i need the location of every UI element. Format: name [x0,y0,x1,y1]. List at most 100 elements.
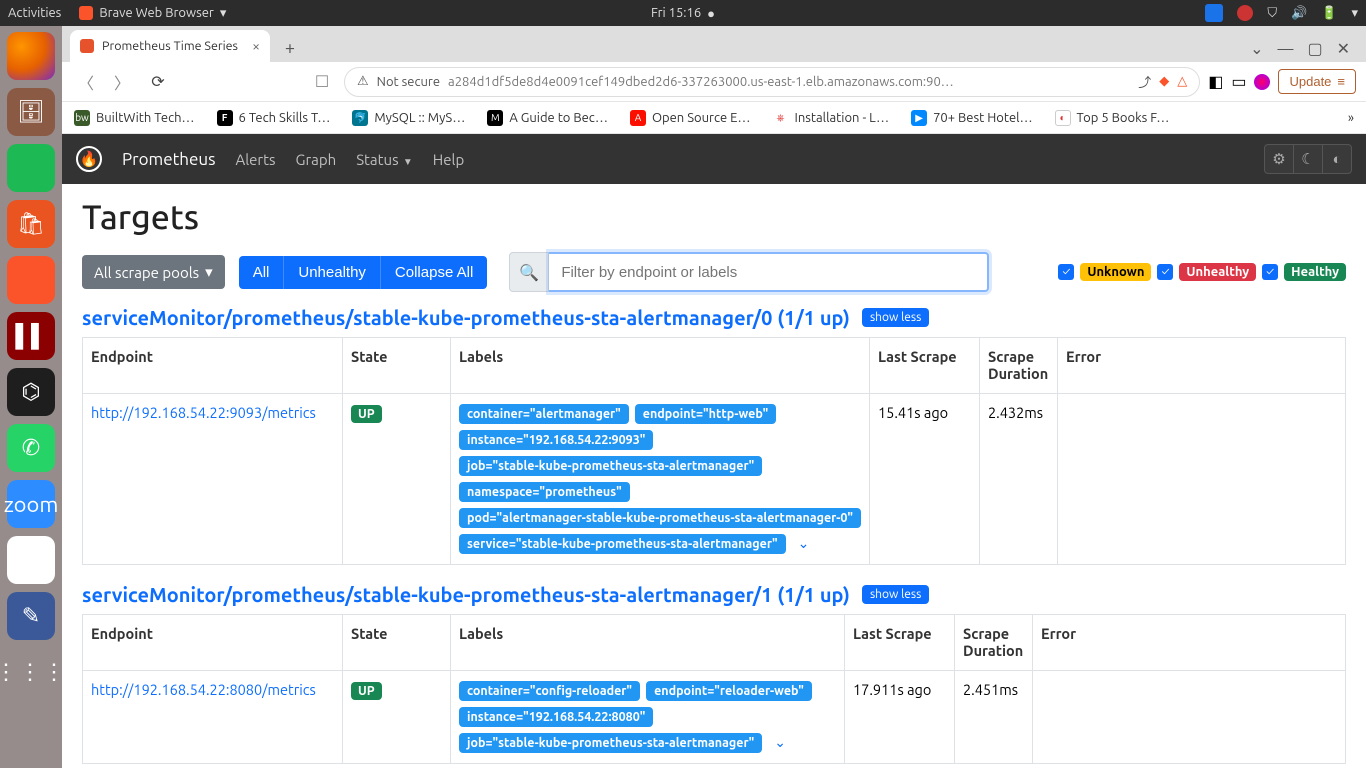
filter-unhealthy-button[interactable]: Unhealthy [283,256,380,289]
target-label: job="stable-kube-prometheus-sta-alertman… [459,456,762,476]
minimize-icon[interactable]: — [1278,40,1294,58]
battery-icon[interactable]: 🔋 [1321,6,1337,21]
dot-icon: ● [707,6,715,21]
col-state: State [343,614,451,670]
bookmark-item[interactable]: AOpen Source E… [630,110,751,126]
col-endpoint: Endpoint [83,614,343,670]
state-badge: UP [351,682,382,700]
col-scrape-duration: ScrapeDuration [955,614,1033,670]
spotify-launcher[interactable] [7,144,55,192]
firefox-launcher[interactable] [7,32,55,80]
collapse-all-button[interactable]: Collapse All [380,256,487,289]
filter-input[interactable] [549,252,989,292]
not-secure-label: Not secure [377,75,440,89]
col-last-scrape: Last Scrape [845,614,955,670]
group-title-link[interactable]: serviceMonitor/prometheus/stable-kube-pr… [82,583,850,606]
group-title-link[interactable]: serviceMonitor/prometheus/stable-kube-pr… [82,306,850,329]
col-labels: Labels [451,338,870,394]
moon-icon[interactable]: ☾ [1293,144,1323,174]
state-badge: UP [351,405,382,423]
endpoint-link[interactable]: http://192.168.54.22:8080/metrics [91,681,316,698]
wifi-icon[interactable]: ⛉ [1267,6,1277,21]
libreoffice-launcher[interactable]: ▦ [7,536,55,584]
launcher-dock: 🗄 🛍 ▌▌ ⌬ ✆ zoom ▦ ✎ ⋮⋮⋮ [0,26,62,768]
filter-all-button[interactable]: All [239,256,284,289]
tab-search-icon[interactable]: ⌄ [1250,39,1263,58]
zoom-launcher[interactable]: zoom [7,480,55,528]
bookmark-item[interactable]: ◐Top 5 Books F… [1055,110,1170,126]
bookmark-item[interactable]: 🐬MySQL :: MyS… [352,110,465,126]
indicator-icon[interactable] [1205,4,1223,22]
new-tab-button[interactable]: + [276,34,304,62]
forward-button[interactable]: 〉 [108,68,136,96]
brave-rewards-icon[interactable]: △ [1177,74,1187,89]
tab-title: Prometheus Time Series [102,39,238,53]
whatsapp-launcher[interactable]: ✆ [7,424,55,472]
unhealthy-checkbox[interactable]: ✓ [1157,264,1173,280]
url-text: a284d1df5de8d4e0091cef149dbed2d6-3372630… [448,75,1130,89]
back-button[interactable]: 〈 [72,68,100,96]
update-button[interactable]: Update ≡ [1278,69,1356,94]
targets-toolbar: All scrape pools▾ All Unhealthy Collapse… [82,252,1346,292]
target-row: http://192.168.54.22:9093/metrics UP con… [83,393,1346,564]
show-apps-button[interactable]: ⋮⋮⋮ [7,648,55,696]
nav-graph[interactable]: Graph [296,151,337,168]
expand-labels-icon[interactable]: ⌄ [792,535,816,552]
targets-table: Endpoint State Labels Last Scrape Scrape… [82,337,1346,565]
files-launcher[interactable]: 🗄 [7,88,55,136]
bookmark-item[interactable]: ⎈Installation - L… [773,110,890,126]
scrape-pools-dropdown[interactable]: All scrape pools▾ [82,255,225,289]
bookmarks-overflow-icon[interactable]: » [1348,111,1354,125]
wallet-icon[interactable]: ▭ [1231,72,1246,91]
bookmark-item[interactable]: ▶70+ Best Hotel… [911,110,1032,126]
brave-icon [79,6,93,20]
nav-alerts[interactable]: Alerts [235,151,275,168]
healthy-badge: Healthy [1284,263,1346,281]
desktop-top-bar: Activities Brave Web Browser ▾ Fri 15:16… [0,0,1366,26]
terminal-launcher[interactable]: ▌▌ [7,312,55,360]
profile-icon[interactable] [1254,74,1270,90]
bookmark-item[interactable]: bwBuiltWith Tech… [74,110,195,126]
bookmark-item[interactable]: MA Guide to Bec… [487,110,608,126]
nav-status[interactable]: Status ▼ [356,151,413,168]
no-entry-icon[interactable] [1237,5,1253,21]
error-value [1058,393,1346,564]
col-error: Error [1033,614,1346,670]
software-launcher[interactable]: 🛍 [7,200,55,248]
prometheus-navbar: 🔥 Prometheus Alerts Graph Status ▼ Help … [62,134,1366,184]
browser-tab[interactable]: Prometheus Time Series × [70,30,270,62]
brave-shield-icon[interactable]: ◆ [1159,74,1169,89]
clock[interactable]: Fri 15:16 ● [651,6,715,21]
app-launcher[interactable]: ✎ [7,592,55,640]
targets-table: Endpoint State Labels Last Scrape Scrape… [82,614,1346,764]
healthy-checkbox[interactable]: ✓ [1262,264,1278,280]
unknown-checkbox[interactable]: ✓ [1058,264,1074,280]
show-less-button[interactable]: show less [862,585,929,604]
endpoint-link[interactable]: http://192.168.54.22:9093/metrics [91,404,316,421]
sidebar-icon[interactable]: ◧ [1208,72,1223,91]
brand-label[interactable]: Prometheus [122,150,215,169]
bookmark-icon[interactable]: ☐ [308,68,336,96]
nav-help[interactable]: Help [433,151,464,168]
volume-icon[interactable]: 🔊 [1291,6,1307,21]
close-tab-icon[interactable]: × [252,38,260,54]
target-label: container="config-reloader" [459,681,640,701]
reload-button[interactable]: ⟳ [144,68,172,96]
col-last-scrape: Last Scrape [870,338,980,394]
activities-label[interactable]: Activities [8,6,61,20]
close-window-icon[interactable]: ✕ [1337,39,1350,58]
target-label: endpoint="http-web" [635,404,776,424]
show-less-button[interactable]: show less [862,308,929,327]
expand-labels-icon[interactable]: ⌄ [768,734,792,751]
chevron-down-icon[interactable]: ▾ [1351,6,1358,21]
settings-icon[interactable]: ⚙ [1264,144,1294,174]
bookmark-item[interactable]: F6 Tech Skills T… [217,110,331,126]
address-bar[interactable]: ⚠ Not secure a284d1df5de8d4e0091cef149db… [344,67,1200,97]
maximize-icon[interactable]: ▢ [1307,39,1322,58]
active-app-menu[interactable]: Brave Web Browser ▾ [79,6,226,21]
scrape-duration-value: 2.451ms [955,670,1033,763]
share-icon[interactable]: ⤴ [1138,72,1151,91]
brave-launcher[interactable] [7,256,55,304]
vscode-launcher[interactable]: ⌬ [7,368,55,416]
contrast-icon[interactable]: ◐ [1322,144,1352,174]
